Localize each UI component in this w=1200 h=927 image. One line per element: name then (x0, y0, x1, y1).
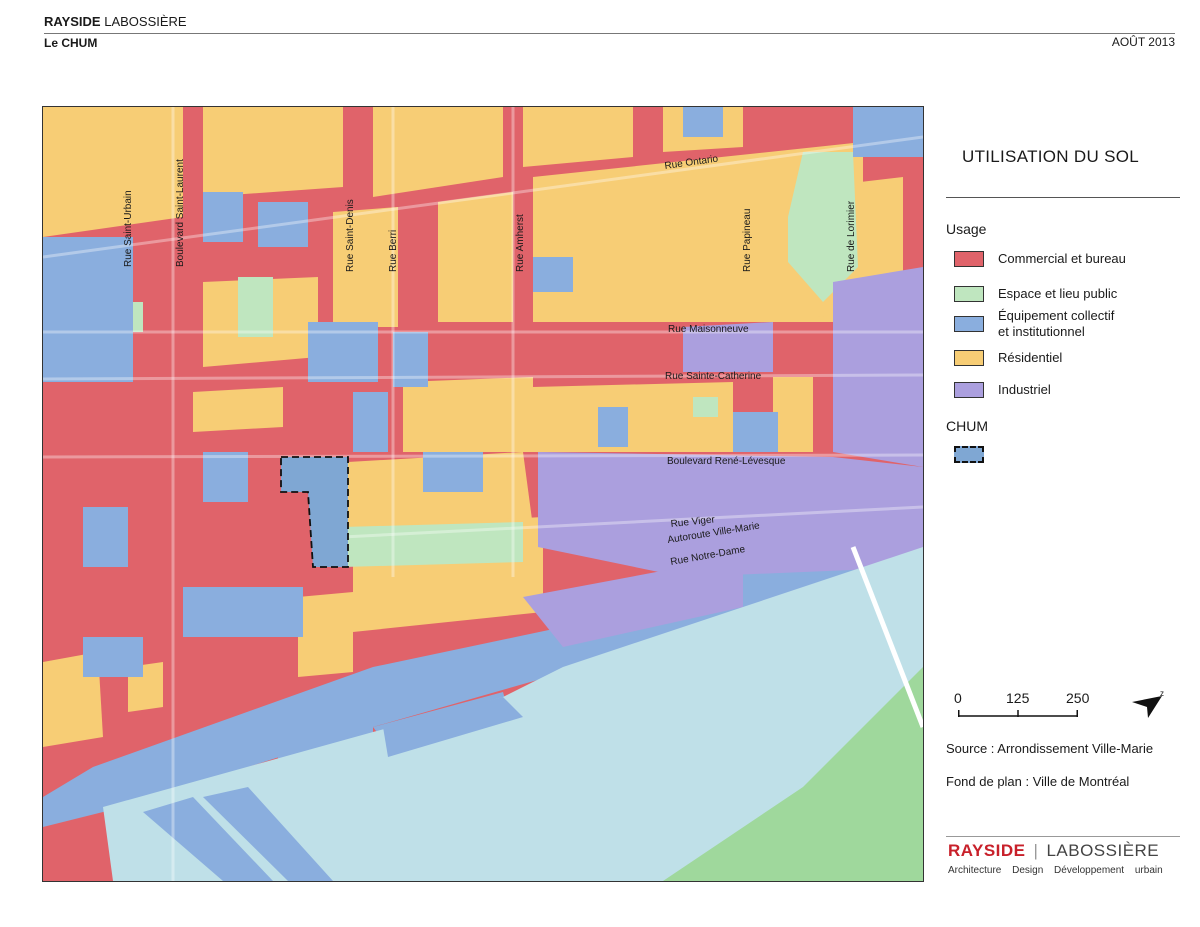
label-rue-papineau: Rue Papineau (742, 209, 753, 272)
scale-label-250: 250 (1066, 690, 1090, 706)
map-canvas: Rue Ontario Rue Maisonneuve Rue Sainte-C… (43, 107, 923, 881)
header-firm: RAYSIDE LABOSSIÈRE (44, 14, 187, 29)
label-boulevard-rene-levesque: Boulevard René-Lévesque (667, 456, 786, 467)
legend-title: UTILISATION DU SOL (962, 147, 1140, 166)
industrial-swatch (954, 382, 984, 398)
legend-label: Espace et lieu public (998, 286, 1118, 301)
firm-logo: RAYSIDE | LABOSSIÈRE (948, 841, 1160, 860)
logo-divider (946, 836, 1180, 837)
legend-label: Commercial et bureau (998, 251, 1126, 266)
scale-label-0: 0 (954, 690, 962, 706)
north-arrow-icon: z (1132, 689, 1164, 718)
basemap-credit: Fond de plan : Ville de Montréal (946, 774, 1130, 789)
firm-tagline: Architecture Design Développement urbain (948, 865, 1163, 876)
legend-label: Équipement collectif et institutionnel (998, 308, 1115, 339)
label-rue-de-lorimier: Rue de Lorimier (846, 200, 857, 272)
legend-divider (946, 197, 1180, 198)
scale-bar: 0 125 250 (952, 690, 1092, 722)
label-rue-amherst: Rue Amherst (515, 214, 526, 272)
source-credit: Source : Arrondissement Ville-Marie (946, 741, 1154, 756)
public-space-swatch (954, 286, 984, 302)
legend-item-public-space: Espace et lieu public (954, 286, 1117, 302)
institutional-swatch (954, 316, 984, 332)
label-rue-saint-urbain: Rue Saint-Urbain (123, 190, 134, 267)
residential-swatch (954, 350, 984, 366)
chum-legend-title: CHUM (946, 418, 988, 434)
legend-item-commercial: Commercial et bureau (954, 251, 1126, 267)
legend-label: Résidentiel (998, 350, 1063, 365)
chum-swatch (954, 446, 984, 463)
legend-label: Industriel (998, 382, 1051, 397)
legend-item-residential: Résidentiel (954, 350, 1062, 366)
header-date: AOÛT 2013 (1111, 35, 1175, 49)
label-rue-saint-denis: Rue Saint-Denis (345, 199, 356, 272)
label-boulevard-saint-laurent: Boulevard Saint-Laurent (175, 159, 186, 267)
scale-label-125: 125 (1006, 690, 1030, 706)
legend-item-industrial: Industriel (954, 382, 1051, 398)
label-rue-maisonneuve: Rue Maisonneuve (668, 324, 749, 335)
project-title: Le CHUM (44, 36, 98, 50)
commercial-swatch (954, 251, 984, 267)
land-use-map[interactable]: Rue Ontario Rue Maisonneuve Rue Sainte-C… (42, 106, 924, 882)
label-rue-sainte-catherine: Rue Sainte-Catherine (665, 371, 762, 382)
header-divider (44, 33, 1175, 34)
scale-line (958, 710, 1078, 717)
usage-title: Usage (946, 221, 987, 237)
label-rue-berri: Rue Berri (388, 230, 399, 272)
svg-text:z: z (1160, 689, 1164, 698)
legend-item-institutional: Équipement collectif et institutionnel (954, 308, 1114, 340)
